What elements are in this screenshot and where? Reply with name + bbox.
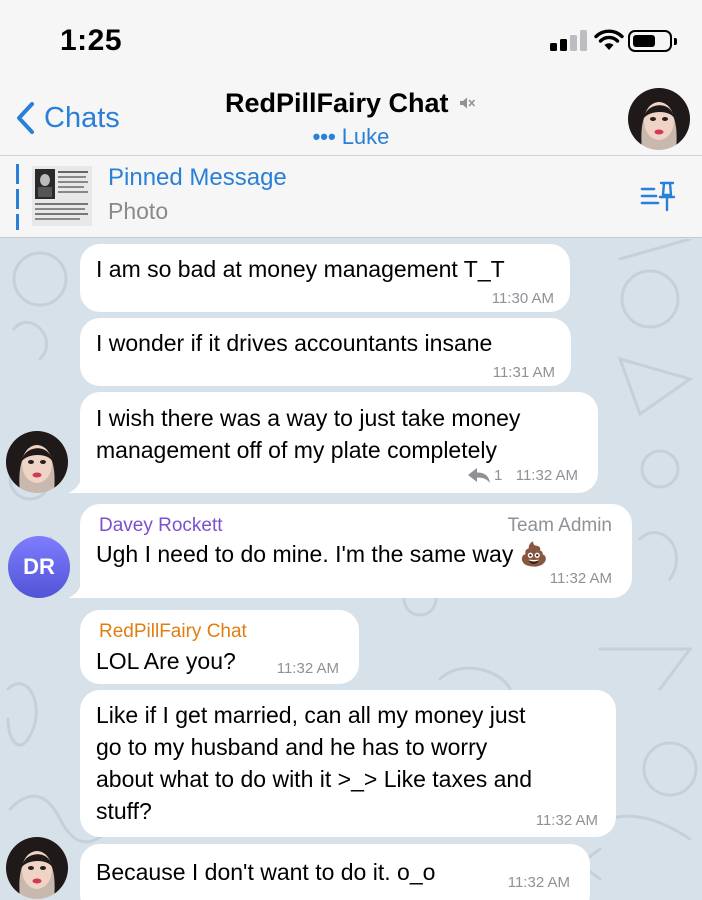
message-text-body: Ugh I need to do mine. I'm the same way — [96, 541, 514, 567]
message-time: 11:30 AM — [491, 290, 554, 307]
battery-level — [633, 35, 655, 47]
message-bubble[interactable]: Because I don't want to do it. o_o 11:32… — [80, 844, 590, 900]
message-text: I wonder if it drives accountants insane — [96, 330, 493, 356]
sender-name[interactable]: RedPillFairy Chat — [99, 621, 247, 643]
signal-bar-icon — [550, 43, 557, 51]
pinned-subtitle: Photo — [108, 198, 169, 224]
chat-area[interactable]: I am so bad at money management T_T 11:3… — [0, 239, 702, 900]
message-bubble[interactable]: RedPillFairy Chat LOL Are you? 11:32 AM — [80, 610, 359, 684]
status-time: 1:25 — [60, 24, 123, 57]
sender-avatar[interactable] — [6, 431, 68, 493]
message-text: Like if I get married, can all my money … — [96, 702, 533, 824]
pinned-list-icon[interactable] — [640, 180, 678, 214]
typing-user: Luke — [341, 124, 390, 149]
typing-indicator-icon: ••• — [312, 124, 336, 149]
message-bubble[interactable]: I wish there was a way to just take mone… — [80, 392, 598, 493]
sender-role: Team Admin — [507, 515, 612, 536]
sender-name[interactable]: Davey Rockett — [99, 515, 223, 537]
message-time: 11:31 AM — [492, 364, 555, 381]
message-text: Ugh I need to do mine. I'm the same way … — [96, 538, 548, 570]
message-text: I wish there was a way to just take mone… — [96, 405, 521, 463]
muted-icon — [460, 97, 475, 109]
pinned-message-bar[interactable]: Pinned Message Photo — [0, 156, 702, 238]
reply-arrow-icon[interactable] — [466, 466, 492, 484]
signal-bar-icon — [580, 30, 587, 51]
chat-title: RedPillFairy Chat — [224, 88, 449, 118]
chat-title-area[interactable]: RedPillFairy Chat ••• Luke — [0, 88, 702, 150]
message-bubble[interactable]: I wonder if it drives accountants insane… — [80, 318, 571, 386]
reply-count[interactable]: 1 — [494, 467, 502, 484]
sender-avatar[interactable] — [6, 837, 68, 899]
battery-icon — [628, 30, 677, 52]
message-bubble[interactable]: I am so bad at money management T_T 11:3… — [80, 244, 570, 312]
status-icons — [550, 28, 680, 54]
message-text: Because I don't want to do it. o_o — [96, 859, 436, 885]
message-time: 11:32 AM — [507, 874, 570, 891]
message-time: 11:32 AM — [515, 467, 578, 484]
chat-avatar[interactable] — [628, 88, 690, 150]
pinned-photo-thumbnail — [32, 166, 92, 226]
message-time: 11:32 AM — [276, 660, 339, 677]
signal-bar-icon — [560, 39, 567, 51]
wifi-icon — [594, 29, 624, 50]
message-text: I am so bad at money management T_T — [96, 256, 505, 282]
poop-emoji: 💩 — [519, 541, 549, 567]
message-time: 11:32 AM — [535, 812, 598, 829]
pinned-indicator — [16, 164, 19, 230]
pinned-title: Pinned Message — [108, 164, 287, 191]
sender-avatar[interactable]: DR — [8, 536, 70, 598]
signal-bar-icon — [570, 35, 577, 51]
message-time: 11:32 AM — [549, 570, 612, 587]
message-bubble[interactable]: Like if I get married, can all my money … — [80, 690, 616, 837]
message-text: LOL Are you? — [96, 648, 236, 674]
navigation-header: 1:25 Chats RedPillFairy Chat ••• Luke — [0, 0, 702, 156]
message-bubble[interactable]: Davey Rockett Team Admin Ugh I need to d… — [80, 504, 632, 598]
